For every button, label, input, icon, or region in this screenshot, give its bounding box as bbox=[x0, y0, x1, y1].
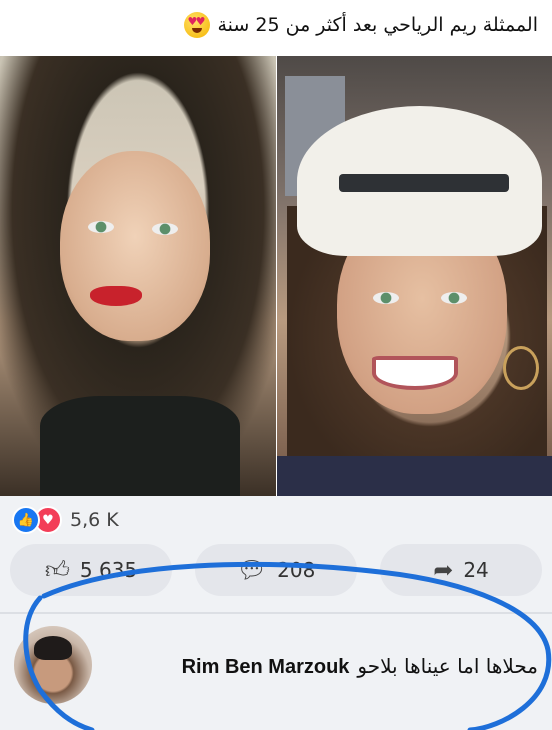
heart-eyes-emoji-icon bbox=[183, 12, 210, 38]
photo-actress-now[interactable] bbox=[277, 56, 552, 496]
share-count: 24 bbox=[463, 558, 489, 582]
post-caption: الممثلة ريم الرياحي بعد أكثر من 25 سنة bbox=[183, 12, 539, 38]
like-reaction-icon: 👍 bbox=[12, 506, 40, 534]
caption-text: الممثلة ريم الرياحي بعد أكثر من 25 سنة bbox=[217, 14, 539, 36]
comment-bubble-icon: 💬︎ bbox=[236, 556, 268, 584]
avatar[interactable] bbox=[14, 626, 92, 704]
photo-collage[interactable] bbox=[0, 56, 552, 496]
like-count: 5 635 bbox=[79, 558, 138, 582]
reaction-count: 5,6 K bbox=[70, 509, 119, 531]
photo-young-actress[interactable] bbox=[0, 56, 276, 496]
comment-button[interactable]: 💬︎ 208 bbox=[195, 544, 357, 596]
share-arrow-icon: ➦ bbox=[433, 556, 454, 584]
comment-item: Rim Ben Marzouk محلاها اما عيناها بلاحو bbox=[0, 614, 552, 730]
share-button[interactable]: ➦ 24 bbox=[380, 544, 542, 596]
reactions-bar: 👍 ♥ 5,6 K 👍︎ 5 635 💬︎ 208 ➦ 24 bbox=[0, 496, 552, 614]
reaction-summary[interactable]: 👍 ♥ 5,6 K bbox=[12, 506, 119, 534]
like-button[interactable]: 👍︎ 5 635 bbox=[10, 544, 172, 596]
comment-body: محلاها اما عيناها بلاحو bbox=[357, 654, 538, 678]
commenter-name[interactable]: Rim Ben Marzouk bbox=[182, 656, 350, 679]
comment-count: 208 bbox=[277, 558, 316, 582]
thumbs-up-icon: 👍︎ bbox=[44, 556, 70, 584]
post-header: الممثلة ريم الرياحي بعد أكثر من 25 سنة bbox=[0, 0, 552, 56]
comment-content: Rim Ben Marzouk محلاها اما عيناها بلاحو bbox=[182, 654, 538, 679]
